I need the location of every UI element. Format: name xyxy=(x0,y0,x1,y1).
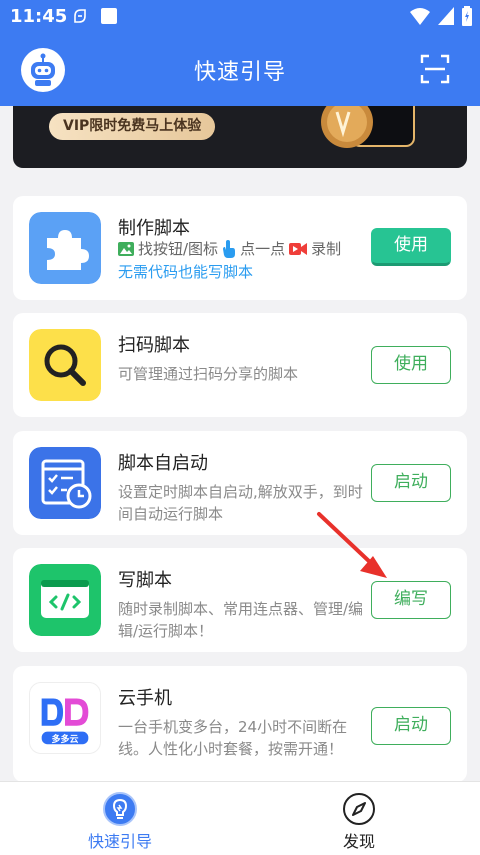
start-button[interactable]: 启动 xyxy=(371,707,451,745)
app-bar: 快速引导 xyxy=(0,34,480,106)
card-title: 写脚本 xyxy=(118,570,172,591)
use-button[interactable]: 使用 xyxy=(371,228,451,266)
card-title: 云手机 xyxy=(118,688,172,709)
card-write-script: 写脚本 随时录制脚本、常用连点器、管理/编辑/运行脚本！ 编写 xyxy=(13,548,467,652)
card-subtitle: 无需代码也能写脚本 xyxy=(118,263,254,281)
card-scan-script: 扫码脚本 可管理通过扫码分享的脚本 使用 xyxy=(13,313,467,417)
nav-item-discover[interactable]: 发现 xyxy=(299,782,419,855)
signal-icon xyxy=(438,7,454,25)
bottom-nav: 快速引导 发现 xyxy=(0,781,480,855)
schedule-checklist-icon xyxy=(29,447,101,519)
card-description: 设置定时脚本自启动,解放双手，到时间自动运行脚本 xyxy=(118,483,363,523)
vip-promo-pill[interactable]: VIP限时免费马上体验 xyxy=(49,113,216,140)
puzzle-icon xyxy=(29,212,101,284)
vip-coin-illustration xyxy=(321,106,415,148)
feature-tap: 点一点 xyxy=(240,240,286,258)
card-description: 一台手机变多台，24小时不间断在线。人性化小时套餐，按需开通！ xyxy=(118,718,348,758)
card-title: 脚本自启动 xyxy=(118,453,208,474)
logo-label: 多多云 xyxy=(51,735,79,745)
tap-hand-icon xyxy=(223,239,236,258)
status-time: 11:45 xyxy=(10,6,68,27)
notification-icon xyxy=(74,9,86,23)
page-title: 快速引导 xyxy=(193,60,286,85)
nav-label: 快速引导 xyxy=(87,832,152,851)
card-description: 可管理通过扫码分享的脚本 xyxy=(118,365,299,383)
record-video-icon xyxy=(289,242,308,255)
magnifier-icon xyxy=(29,329,101,401)
feature-row: 找按钮/图标 点一点 录制 xyxy=(118,238,341,259)
nav-label: 发现 xyxy=(342,832,375,851)
use-button[interactable]: 使用 xyxy=(371,346,451,384)
status-icons xyxy=(410,6,472,26)
feature-find-button: 找按钮/图标 xyxy=(138,240,219,258)
wifi-icon xyxy=(410,8,430,25)
card-auto-start: 脚本自启动 设置定时脚本自启动,解放双手，到时间自动运行脚本 启动 xyxy=(13,431,467,535)
card-title: 制作脚本 xyxy=(118,218,190,239)
card-title: 扫码脚本 xyxy=(118,335,190,356)
scan-icon[interactable] xyxy=(420,54,450,84)
app-notification-icon xyxy=(101,8,117,24)
code-icon xyxy=(29,564,101,636)
battery-icon xyxy=(462,6,472,26)
card-make-script: 制作脚本 找按钮/图标 点一点 录制 无需代码也能写脚本 使用 xyxy=(13,196,467,300)
nav-item-quick-guide[interactable]: 快速引导 xyxy=(60,782,180,855)
write-button[interactable]: 编写 xyxy=(371,581,451,619)
card-description: 随时录制脚本、常用连点器、管理/编辑/运行脚本！ xyxy=(118,600,364,640)
status-bar: 11:45 xyxy=(0,0,480,34)
card-cloud-phone: 多多云 云手机 一台手机变多台，24小时不间断在线。人性化小时套餐，按需开通！ … xyxy=(13,666,467,782)
feature-record: 录制 xyxy=(311,240,342,258)
compass-icon xyxy=(343,793,375,825)
lightbulb-icon xyxy=(103,792,137,826)
image-icon xyxy=(118,241,134,256)
vip-banner[interactable]: VIP限时免费马上体验 xyxy=(13,106,467,168)
start-button[interactable]: 启动 xyxy=(371,464,451,502)
